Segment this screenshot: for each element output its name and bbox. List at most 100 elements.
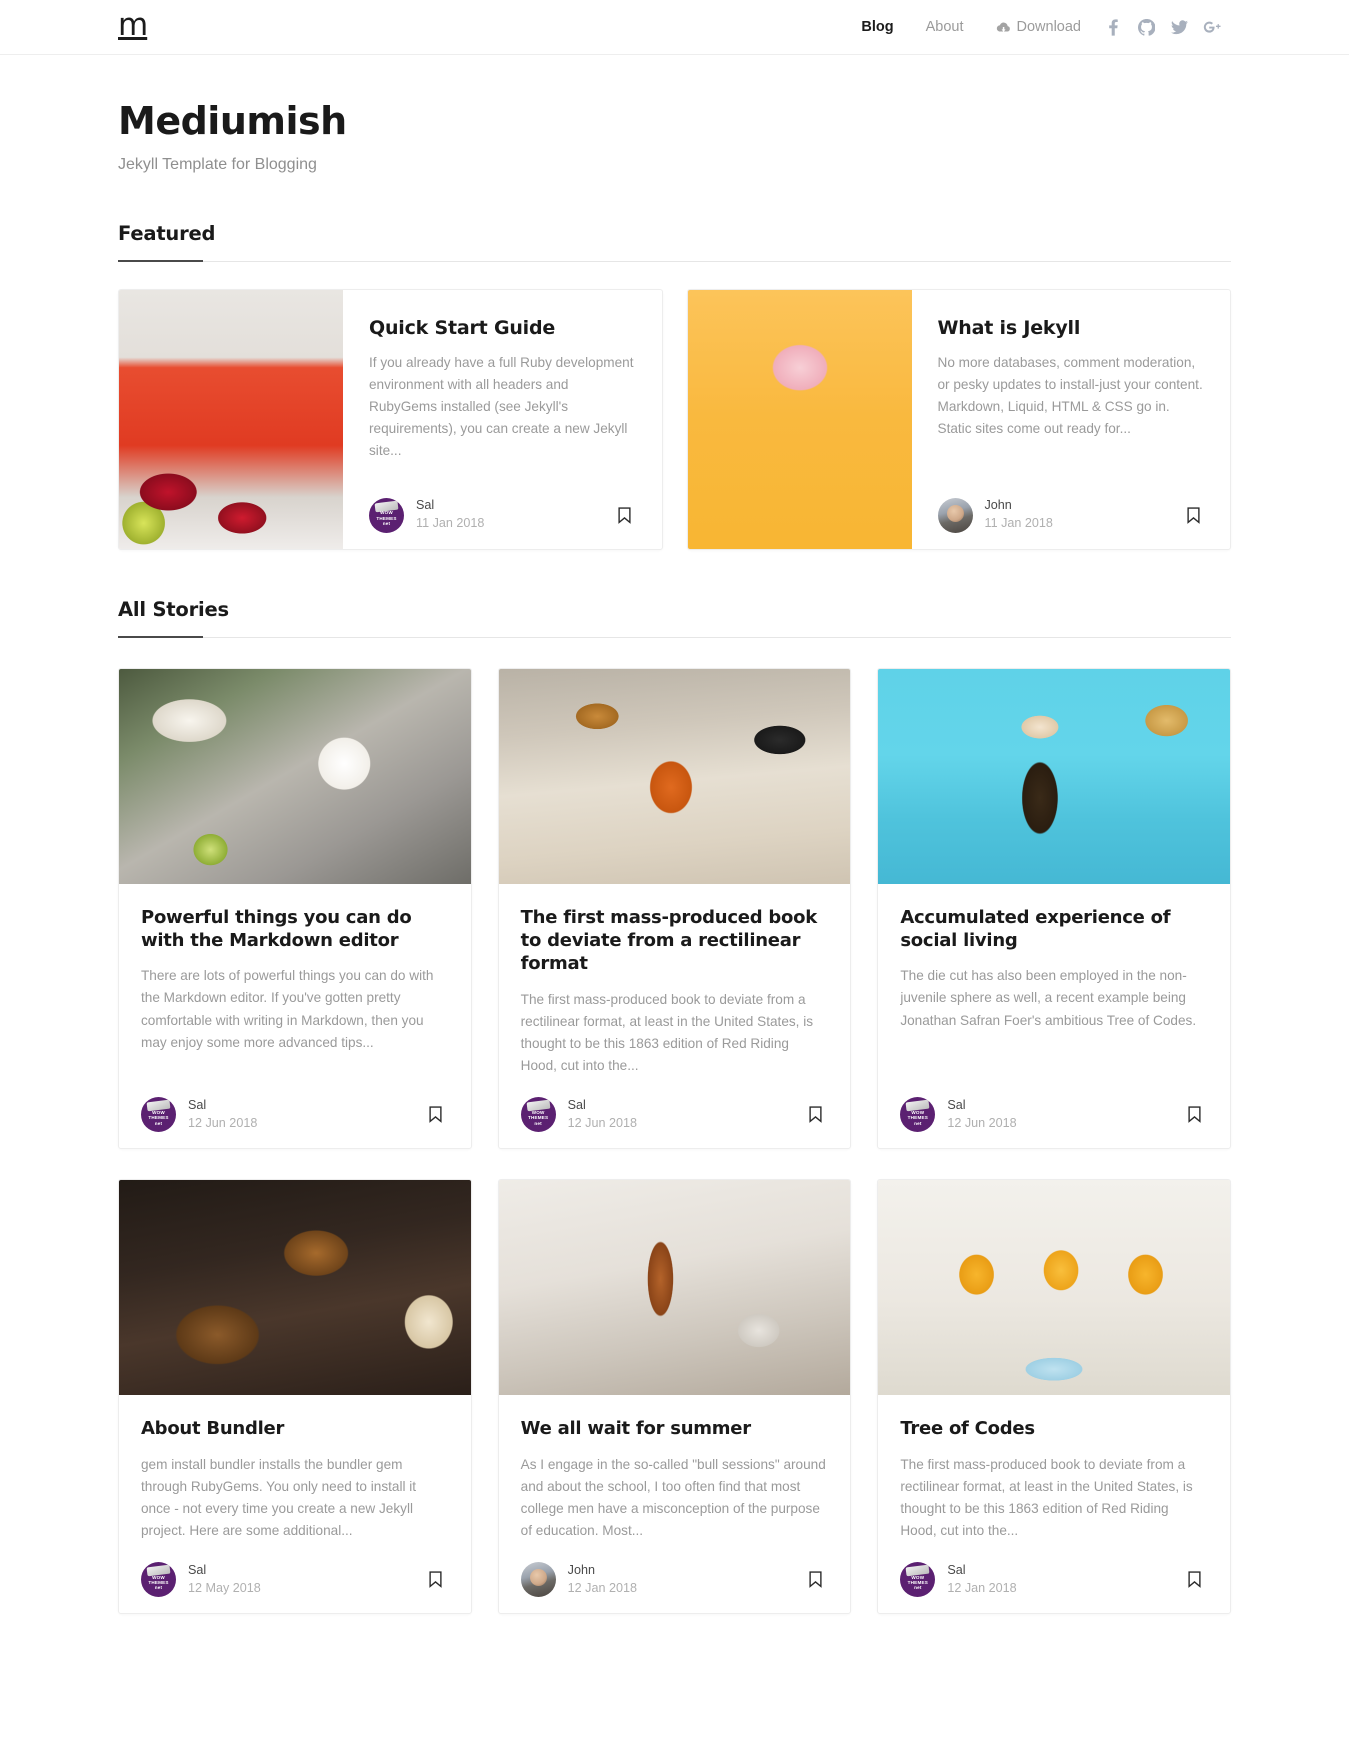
avatar (937, 497, 973, 533)
story-card-title[interactable]: We all wait for summer (521, 1417, 829, 1440)
featured-card-excerpt: No more databases, comment moderation, o… (937, 354, 1203, 436)
story-card-title[interactable]: The first mass-produced book to deviate … (521, 906, 829, 976)
all-stories-section: All Stories Powerful things you can do w… (118, 598, 1231, 1614)
avatar-badge-line3: net (154, 1120, 163, 1126)
avatar-badge-line3: net (914, 1120, 922, 1126)
publish-date: 12 May 2018 (188, 1580, 261, 1595)
story-card-body: Tree of Codes The first mass-produced bo… (878, 1395, 1230, 1613)
story-card[interactable]: About Bundler gem install bundler instal… (118, 1179, 472, 1614)
all-stories-section-head: All Stories (118, 598, 1231, 638)
story-card-meta: WOW THEMES net Sal 12 Jun 2018 (141, 1097, 449, 1134)
featured-grid: Quick Start Guide If you already have a … (118, 288, 1231, 550)
page-subtitle: Jekyll Template for Blogging (118, 155, 317, 173)
featured-card-meta: John 11 Jan 2018 (937, 497, 1207, 533)
facebook-icon[interactable] (1097, 12, 1130, 42)
featured-card-body: Quick Start Guide If you already have a … (343, 290, 662, 549)
avatar: WOW THEMES net (369, 497, 404, 533)
nav-item-about[interactable]: About (910, 19, 980, 35)
featured-card[interactable]: What is Jekyll No more databases, commen… (686, 288, 1231, 550)
story-thumbnail-iced-coffee (878, 668, 1230, 884)
twitter-icon[interactable] (1163, 12, 1196, 42)
author-name: Sal (188, 1562, 207, 1577)
page-main: Mediumish Jekyll Template for Blogging F… (0, 55, 1349, 1674)
avatar: WOW THEMES net (900, 1561, 936, 1597)
bookmark-icon[interactable] (802, 1100, 828, 1130)
github-icon[interactable] (1130, 12, 1163, 42)
avatar-badge-line3: net (914, 1585, 922, 1591)
meta-text: John 11 Jan 2018 (985, 497, 1053, 532)
featured-section: Featured Quick Start Guide If you alread… (118, 222, 1231, 550)
story-card[interactable]: Tree of Codes The first mass-produced bo… (877, 1179, 1231, 1614)
avatar: WOW THEMES net (520, 1097, 556, 1133)
story-card-title[interactable]: About Bundler (141, 1417, 449, 1440)
nav-label-about: About (925, 19, 964, 35)
author-name: Sal (567, 1097, 586, 1112)
author-name: John (567, 1562, 595, 1577)
nav-item-download[interactable]: Download (980, 19, 1098, 35)
author-name: Sal (416, 498, 435, 513)
avatar: WOW THEMES net (141, 1097, 176, 1133)
featured-thumbnail-ice-cream (687, 289, 912, 549)
publish-date: 11 Jan 2018 (984, 516, 1053, 531)
featured-heading: Featured (118, 221, 216, 245)
featured-card[interactable]: Quick Start Guide If you already have a … (118, 288, 663, 550)
page-title: Mediumish (118, 99, 347, 143)
page-title-block: Mediumish Jekyll Template for Blogging (118, 55, 1231, 174)
story-card[interactable]: Powerful things you can do with the Mark… (118, 667, 472, 1150)
site-logo[interactable]: m (118, 9, 148, 41)
avatar-badge-text: WOW THEMES net (900, 1097, 935, 1132)
avatar-badge-text: WOW THEMES net (521, 1097, 556, 1132)
author-name: Sal (188, 1097, 207, 1112)
nav-label-download: Download (1016, 19, 1082, 35)
story-card-title[interactable]: Tree of Codes (900, 1417, 1208, 1440)
avatar: WOW THEMES net (900, 1097, 936, 1133)
story-card-body: The first mass-produced book to deviate … (499, 884, 851, 1148)
story-card-title[interactable]: Accumulated experience of social living (900, 906, 1208, 953)
story-card-title[interactable]: Powerful things you can do with the Mark… (141, 906, 449, 953)
publish-date: 11 Jan 2018 (416, 516, 485, 531)
avatar-badge-text: WOW THEMES net (900, 1562, 935, 1597)
story-card-meta: John 12 Jan 2018 (520, 1561, 829, 1599)
story-thumbnail-mimosa-cocktails (878, 1180, 1230, 1396)
story-card[interactable]: We all wait for summer As I engage in th… (497, 1179, 852, 1614)
story-card-body: We all wait for summer As I engage in th… (499, 1395, 851, 1613)
story-card-meta: WOW THEMES net Sal 12 Jan 2018 (900, 1561, 1208, 1599)
story-card-body: Powerful things you can do with the Mark… (119, 884, 471, 1148)
bookmark-icon[interactable] (423, 1100, 449, 1130)
author-name: John (984, 498, 1012, 513)
story-thumbnail-cocktail-brunch (498, 668, 851, 884)
author-name: Sal (947, 1562, 966, 1577)
social-links (1097, 12, 1229, 42)
story-card-excerpt: There are lots of powerful things you ca… (141, 968, 434, 1050)
avatar: WOW THEMES net (141, 1561, 176, 1597)
stories-grid-row-2: About Bundler gem install bundler instal… (118, 1179, 1231, 1614)
meta-text: Sal 12 May 2018 (188, 1562, 261, 1597)
featured-section-head: Featured (118, 222, 1231, 262)
google-plus-icon[interactable] (1196, 12, 1229, 42)
avatar-badge-line3: net (534, 1120, 542, 1126)
publish-date: 12 Jan 2018 (947, 1580, 1017, 1595)
bookmark-icon[interactable] (612, 500, 638, 530)
nav-item-blog[interactable]: Blog (845, 19, 909, 35)
bookmark-icon[interactable] (1180, 500, 1206, 530)
bookmark-icon[interactable] (1182, 1100, 1208, 1130)
story-card[interactable]: Accumulated experience of social living … (877, 667, 1231, 1150)
story-card[interactable]: The first mass-produced book to deviate … (497, 667, 852, 1150)
story-card-body: Accumulated experience of social living … (878, 884, 1230, 1148)
story-card-excerpt: gem install bundler installs the bundler… (141, 1456, 417, 1538)
section-divider (118, 635, 1231, 638)
bookmark-icon[interactable] (423, 1564, 449, 1594)
featured-card-title[interactable]: What is Jekyll (938, 317, 1207, 339)
featured-card-body: What is Jekyll No more databases, commen… (912, 290, 1231, 549)
avatar (520, 1561, 556, 1597)
publish-date: 12 Jan 2018 (567, 1580, 637, 1595)
bookmark-icon[interactable] (1182, 1564, 1208, 1594)
publish-date: 12 Jun 2018 (567, 1115, 637, 1130)
bookmark-icon[interactable] (802, 1564, 828, 1594)
all-stories-heading: All Stories (118, 597, 229, 621)
bottom-spacer (118, 1614, 1231, 1674)
publish-date: 12 Jun 2018 (188, 1115, 258, 1130)
avatar-badge-text: WOW THEMES net (141, 1562, 176, 1597)
meta-text: Sal 12 Jan 2018 (947, 1562, 1016, 1597)
featured-card-title[interactable]: Quick Start Guide (369, 317, 638, 339)
